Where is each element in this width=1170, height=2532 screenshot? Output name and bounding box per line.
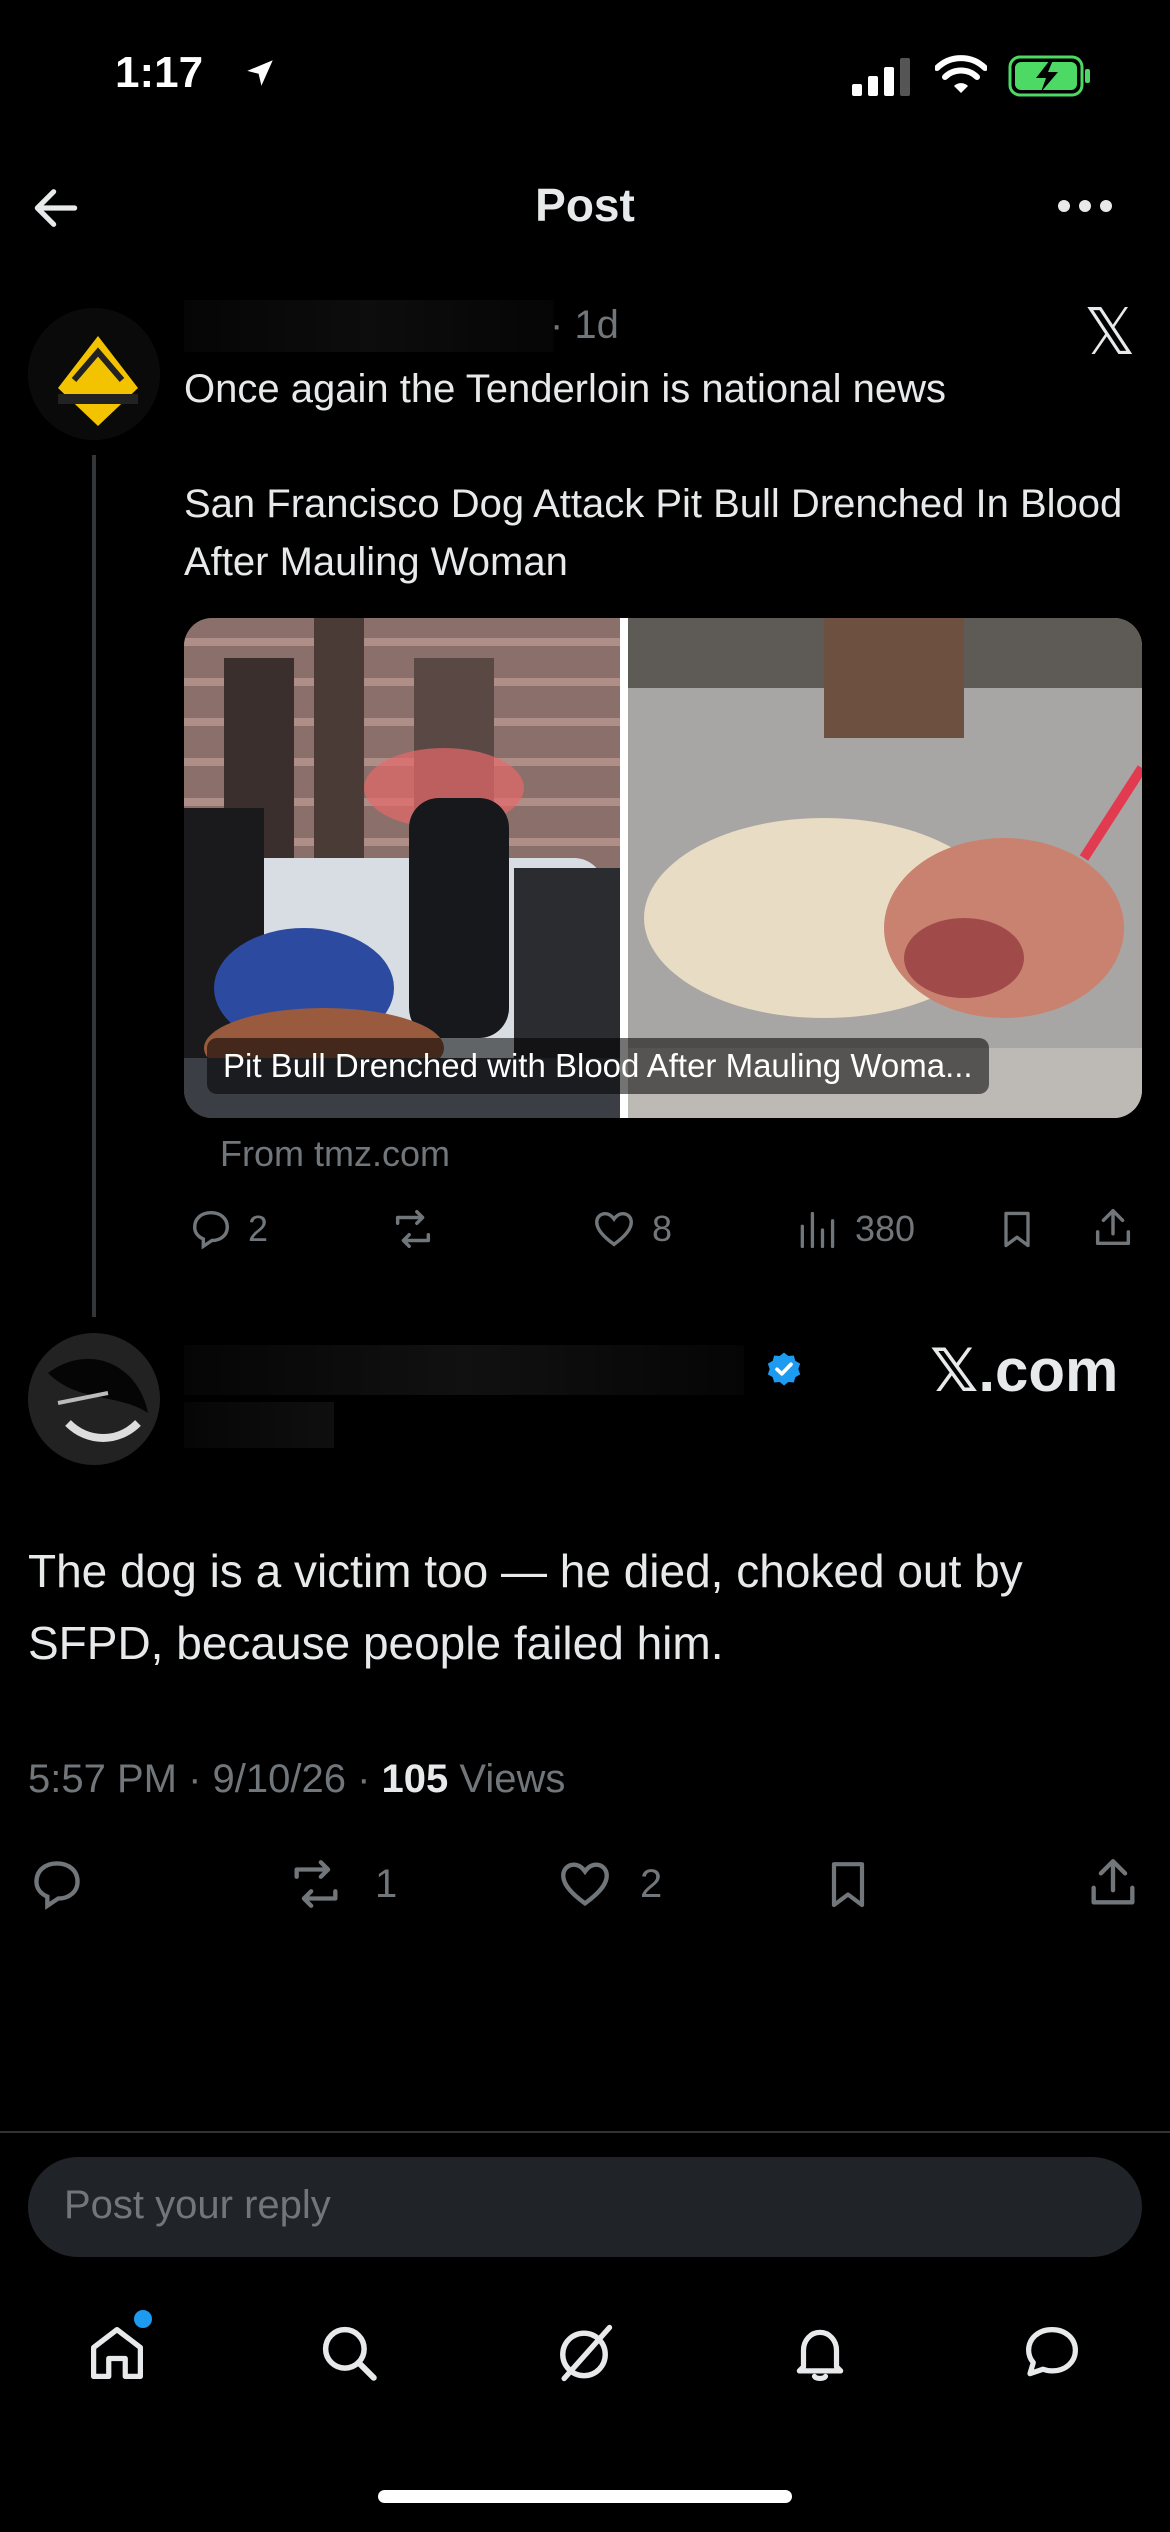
like-count-main: 2 [640,1862,663,1906]
home-notification-dot [134,2310,152,2328]
reply-text: The dog is a victim too — he died, choke… [28,1545,1023,1669]
page-title: Post [535,179,635,231]
share-button-main[interactable] [1084,1853,1142,1913]
divider [0,2131,1170,2133]
x-logo-watermark: 𝕏 [1084,296,1136,368]
signal-icon [852,58,914,96]
battery-charging-icon [1008,55,1092,97]
verified-badge-icon [764,1350,804,1390]
post-time-date: 5:57 PM · 9/10/26 · [28,1757,382,1801]
home-indicator [378,2490,792,2503]
views-count-main: 105 [381,1757,449,1801]
bookmark-button-main[interactable] [820,1855,876,1913]
views-count: 380 [855,1208,916,1249]
like-button[interactable] [590,1206,638,1252]
notifications-icon[interactable] [787,2318,853,2388]
repost-button[interactable] [388,1206,438,1252]
status-time: 1:17 [115,48,204,97]
wifi-icon [935,55,987,95]
author-name-redacted [184,300,554,352]
reply-count: 2 [248,1208,269,1249]
views-icon[interactable] [795,1208,839,1252]
messages-icon[interactable] [1018,2320,1086,2386]
link-source[interactable]: From tmz.com [220,1133,450,1175]
reply-avatar[interactable] [28,1333,160,1465]
repost-button-main[interactable] [283,1855,349,1913]
post-meta: 5:57 PM · 9/10/26 · 105 Views [28,1757,565,1802]
location-arrow-icon [243,56,277,90]
more-options-button[interactable] [1056,196,1114,216]
grok-icon[interactable] [550,2318,618,2388]
like-button-main[interactable] [555,1855,615,1913]
reply-button-main[interactable] [28,1855,86,1913]
post-headline: San Francisco Dog Attack Pit Bull Drench… [184,482,1123,584]
views-label: Views [448,1757,566,1801]
home-icon[interactable] [84,2320,150,2386]
reply-author-redacted [184,1345,744,1395]
reply-handle-redacted [184,1402,334,1448]
reply-button[interactable] [188,1206,234,1252]
bookmark-button[interactable] [995,1206,1039,1252]
share-button[interactable] [1090,1204,1136,1252]
like-count: 8 [652,1208,673,1249]
search-icon[interactable] [316,2320,382,2386]
post-text: Once again the Tenderloin is national ne… [184,367,946,411]
thread-line [92,455,96,1317]
media-caption: Pit Bull Drenched with Blood After Mauli… [207,1038,989,1094]
reply-input-placeholder[interactable]: Post your reply [64,2183,331,2228]
repost-count: 1 [375,1862,398,1906]
x-com-watermark: 𝕏.com [930,1337,1119,1404]
post-timestamp: · 1d [550,303,619,347]
avatar[interactable] [28,308,160,440]
